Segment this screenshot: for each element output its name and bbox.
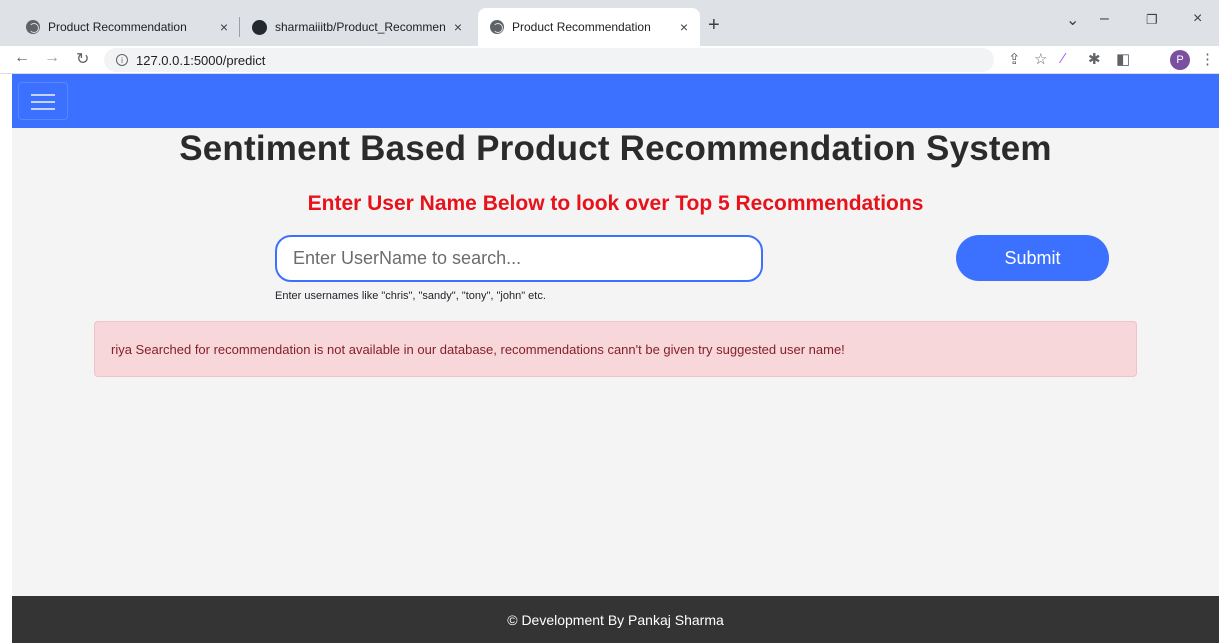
restore-button[interactable]: ❐ bbox=[1146, 12, 1158, 28]
forward-arrow-icon[interactable]: → bbox=[44, 49, 60, 67]
globe-icon bbox=[490, 20, 504, 34]
address-bar[interactable]: i 127.0.0.1:5000/predict bbox=[104, 48, 994, 72]
new-tab-button[interactable]: + bbox=[708, 14, 720, 37]
pen-extension-icon[interactable]: ⁄ bbox=[1062, 50, 1065, 67]
share-icon[interactable]: ⇪ bbox=[1008, 50, 1021, 68]
username-search-input[interactable] bbox=[275, 235, 763, 282]
tab-strip: Product Recommendation × sharmaiiitb/Pro… bbox=[0, 0, 1219, 46]
page-subtitle: Enter User Name Below to look over Top 5… bbox=[307, 192, 924, 215]
browser-window: Product Recommendation × sharmaiiitb/Pro… bbox=[0, 0, 1219, 643]
side-panel-icon[interactable]: ◧ bbox=[1116, 50, 1130, 68]
close-icon[interactable]: × bbox=[220, 19, 228, 35]
info-icon[interactable]: i bbox=[116, 54, 128, 66]
hamburger-line bbox=[31, 101, 55, 103]
tab-title: Product Recommendation bbox=[48, 20, 187, 34]
tab-search-icon[interactable]: ⌄ bbox=[1066, 10, 1079, 30]
page-title: Sentiment Based Product Recommendation S… bbox=[179, 129, 1052, 168]
browser-toolbar: ← → ↻ i 127.0.0.1:5000/predict ⇪ ☆ ⁄ ✱ ◧… bbox=[0, 46, 1219, 74]
hamburger-line bbox=[31, 108, 55, 110]
site-footer: © Development By Pankaj Sharma bbox=[12, 596, 1219, 643]
error-alert-text: riya Searched for recommendation is not … bbox=[111, 341, 845, 357]
tab-title: Product Recommendation bbox=[512, 20, 651, 34]
star-icon[interactable]: ☆ bbox=[1034, 50, 1047, 68]
tab-github[interactable]: sharmaiiitb/Product_Recommenda × bbox=[240, 8, 474, 46]
url-text: 127.0.0.1:5000/predict bbox=[136, 52, 266, 68]
tab-title: sharmaiiitb/Product_Recommenda bbox=[275, 20, 446, 34]
hamburger-menu-button[interactable] bbox=[18, 82, 68, 120]
minimize-button[interactable]: – bbox=[1100, 10, 1109, 28]
error-alert: riya Searched for recommendation is not … bbox=[94, 321, 1137, 377]
menu-kebab-icon[interactable]: ⋮ bbox=[1200, 50, 1215, 68]
site-navbar bbox=[12, 74, 1219, 128]
profile-avatar[interactable]: P bbox=[1170, 50, 1190, 70]
tab-product-recommendation-1[interactable]: Product Recommendation × bbox=[14, 8, 240, 46]
submit-button[interactable]: Submit bbox=[956, 235, 1109, 281]
back-arrow-icon[interactable]: ← bbox=[14, 49, 30, 67]
username-hint: Enter usernames like "chris", "sandy", "… bbox=[275, 290, 546, 302]
puzzle-icon[interactable]: ✱ bbox=[1088, 50, 1101, 68]
hamburger-line bbox=[31, 94, 55, 96]
window-close-button[interactable]: × bbox=[1193, 10, 1202, 28]
globe-icon bbox=[26, 20, 40, 34]
tab-product-recommendation-active[interactable]: Product Recommendation × bbox=[478, 8, 700, 46]
footer-text: © Development By Pankaj Sharma bbox=[507, 611, 724, 628]
github-icon bbox=[252, 19, 267, 35]
close-icon[interactable]: × bbox=[680, 19, 688, 35]
close-icon[interactable]: × bbox=[454, 19, 462, 35]
page-viewport: Sentiment Based Product Recommendation S… bbox=[12, 74, 1219, 643]
reload-icon[interactable]: ↻ bbox=[76, 49, 89, 69]
